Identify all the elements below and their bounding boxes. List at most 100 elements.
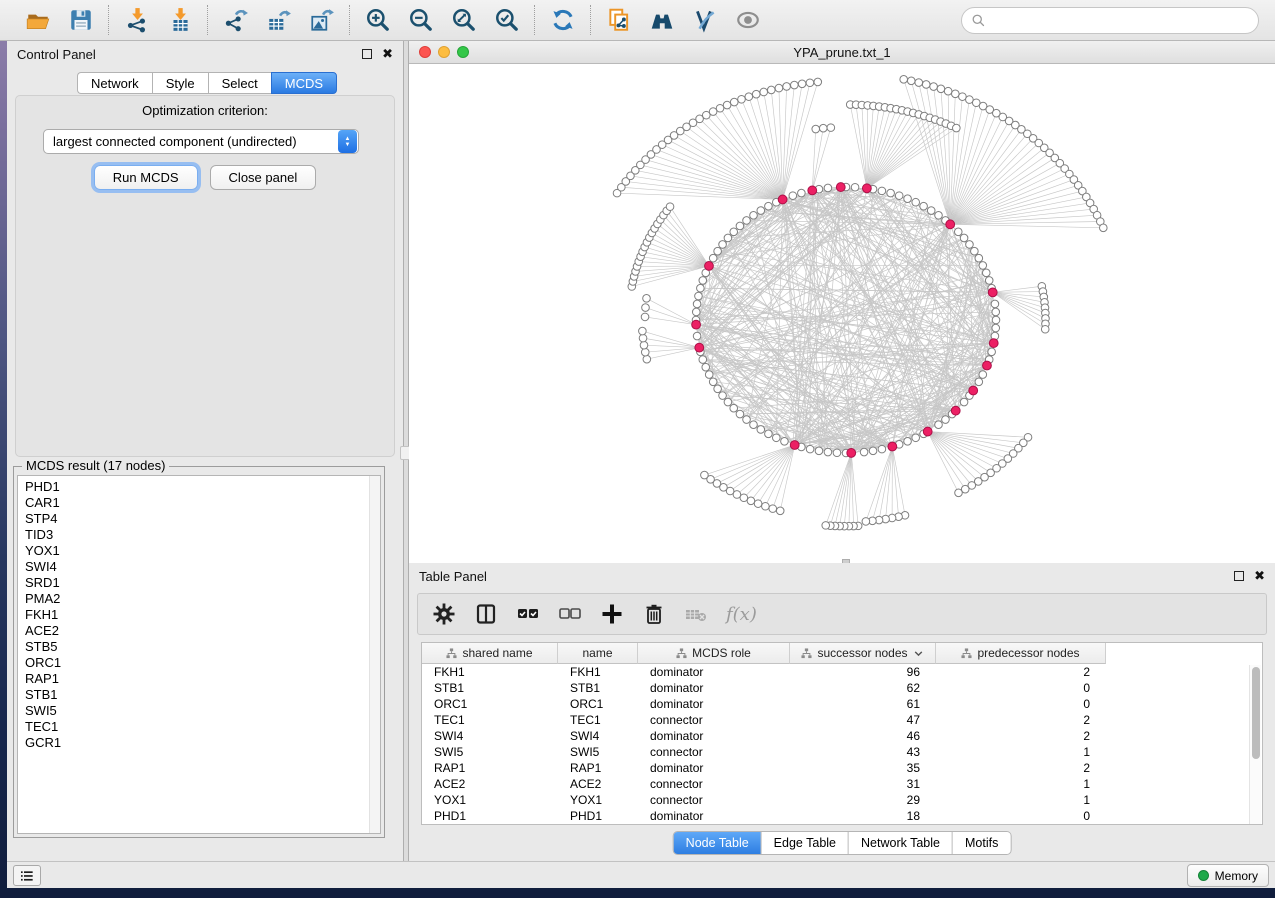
deselect-all-icon[interactable] <box>558 602 582 626</box>
ring-node[interactable] <box>975 378 983 386</box>
mcds-result-item[interactable]: FKH1 <box>18 607 380 623</box>
ring-node[interactable] <box>714 247 722 255</box>
ring-node[interactable] <box>719 392 727 400</box>
dominator-node[interactable] <box>790 441 799 450</box>
ring-node[interactable] <box>724 398 732 406</box>
close-panel-icon[interactable]: ✖ <box>382 49 393 59</box>
network-graph[interactable] <box>409 64 1275 563</box>
ring-node[interactable] <box>979 262 987 270</box>
table-row[interactable]: ACE2ACE2connector311 <box>422 776 1262 792</box>
tab-edge-table[interactable]: Edge Table <box>762 832 849 854</box>
leaf-node[interactable] <box>641 313 649 321</box>
leaf-node[interactable] <box>760 88 768 96</box>
tab-mcds[interactable]: MCDS <box>271 72 337 94</box>
leaf-node[interactable] <box>1099 224 1107 232</box>
mcds-result-item[interactable]: GCR1 <box>18 735 380 751</box>
dominator-node[interactable] <box>705 262 714 271</box>
leaf-node[interactable] <box>953 124 961 132</box>
mcds-result-item[interactable]: YOX1 <box>18 543 380 559</box>
tab-network[interactable]: Network <box>77 72 152 94</box>
criterion-dropdown[interactable]: largest connected component (undirected)… <box>43 129 359 154</box>
leaf-node[interactable] <box>819 124 827 132</box>
ring-node[interactable] <box>904 195 912 203</box>
mcds-result-item[interactable]: SWI4 <box>18 559 380 575</box>
dominator-node[interactable] <box>951 406 960 415</box>
table-row[interactable]: SWI4SWI4dominator462 <box>422 728 1262 744</box>
hide-edges-icon[interactable] <box>691 7 718 34</box>
column-header-successor-nodes[interactable]: successor nodes <box>790 643 936 664</box>
ring-node[interactable] <box>699 277 707 285</box>
float-panel-icon[interactable] <box>362 49 372 59</box>
ring-node[interactable] <box>954 228 962 236</box>
ring-node[interactable] <box>772 434 780 442</box>
ring-node[interactable] <box>719 241 727 249</box>
leaf-node[interactable] <box>937 85 945 93</box>
clone-network-icon[interactable] <box>605 7 632 34</box>
export-image-icon[interactable] <box>308 7 335 34</box>
leaf-node[interactable] <box>641 348 649 356</box>
close-table-panel-icon[interactable]: ✖ <box>1254 571 1265 581</box>
mcds-result-list[interactable]: PHD1CAR1STP4TID3YOX1SWI4SRD1PMA2FKH1ACE2… <box>17 475 381 834</box>
dominator-node[interactable] <box>836 183 845 192</box>
export-network-icon[interactable] <box>222 7 249 34</box>
delete-trash-icon[interactable] <box>642 602 666 626</box>
leaf-node[interactable] <box>959 93 967 101</box>
leaf-node[interactable] <box>955 489 963 497</box>
leaf-node[interactable] <box>643 294 651 302</box>
leaf-node[interactable] <box>747 497 755 505</box>
ring-node[interactable] <box>878 445 886 453</box>
mcds-result-item[interactable]: RAP1 <box>18 671 380 687</box>
ring-node[interactable] <box>992 308 1000 316</box>
ring-node[interactable] <box>912 434 920 442</box>
ring-node[interactable] <box>971 247 979 255</box>
leaf-node[interactable] <box>783 83 791 91</box>
ring-node[interactable] <box>730 404 738 412</box>
tab-select[interactable]: Select <box>208 72 271 94</box>
ring-node[interactable] <box>942 416 950 424</box>
ring-node[interactable] <box>992 324 1000 332</box>
ring-node[interactable] <box>695 292 703 300</box>
tab-motifs[interactable]: Motifs <box>953 832 1010 854</box>
table-row[interactable]: YOX1YOX1connector291 <box>422 792 1262 808</box>
ring-node[interactable] <box>851 183 859 191</box>
import-table-icon[interactable] <box>166 7 193 34</box>
dominator-node[interactable] <box>862 184 871 193</box>
ring-node[interactable] <box>743 217 751 225</box>
dominator-node[interactable] <box>778 195 787 204</box>
close-panel-button[interactable]: Close panel <box>210 165 317 190</box>
leaf-node[interactable] <box>709 108 717 116</box>
search-input[interactable] <box>986 13 1249 28</box>
ring-node[interactable] <box>709 378 717 386</box>
ring-node[interactable] <box>699 356 707 364</box>
export-table-icon[interactable] <box>265 7 292 34</box>
ring-node[interactable] <box>697 284 705 292</box>
zoom-in-icon[interactable] <box>364 7 391 34</box>
ring-node[interactable] <box>912 198 920 206</box>
ring-node[interactable] <box>798 189 806 197</box>
mcds-result-item[interactable]: TID3 <box>18 527 380 543</box>
dominator-node[interactable] <box>847 449 856 458</box>
network-search-box[interactable] <box>961 7 1259 34</box>
leaf-node[interactable] <box>640 341 648 349</box>
mcds-result-item[interactable]: ACE2 <box>18 623 380 639</box>
add-column-plus-icon[interactable] <box>600 602 624 626</box>
ring-node[interactable] <box>714 385 722 393</box>
dominator-node[interactable] <box>969 386 978 395</box>
tab-network-table[interactable]: Network Table <box>849 832 953 854</box>
select-all-icon[interactable] <box>516 602 540 626</box>
table-row[interactable]: ORC1ORC1dominator610 <box>422 696 1262 712</box>
ring-node[interactable] <box>960 234 968 242</box>
ring-node[interactable] <box>736 410 744 418</box>
ring-node[interactable] <box>757 207 765 215</box>
zoom-selected-icon[interactable] <box>493 7 520 34</box>
memory-button[interactable]: Memory <box>1187 864 1269 887</box>
dominator-node[interactable] <box>888 442 897 451</box>
ring-node[interactable] <box>705 371 713 379</box>
leaf-node[interactable] <box>915 79 923 87</box>
leaf-node[interactable] <box>767 86 775 94</box>
ring-node[interactable] <box>927 207 935 215</box>
ring-node[interactable] <box>878 187 886 195</box>
network-view-titlebar[interactable]: YPA_prune.txt_1 <box>409 41 1275 64</box>
ring-node[interactable] <box>895 192 903 200</box>
ring-node[interactable] <box>960 398 968 406</box>
